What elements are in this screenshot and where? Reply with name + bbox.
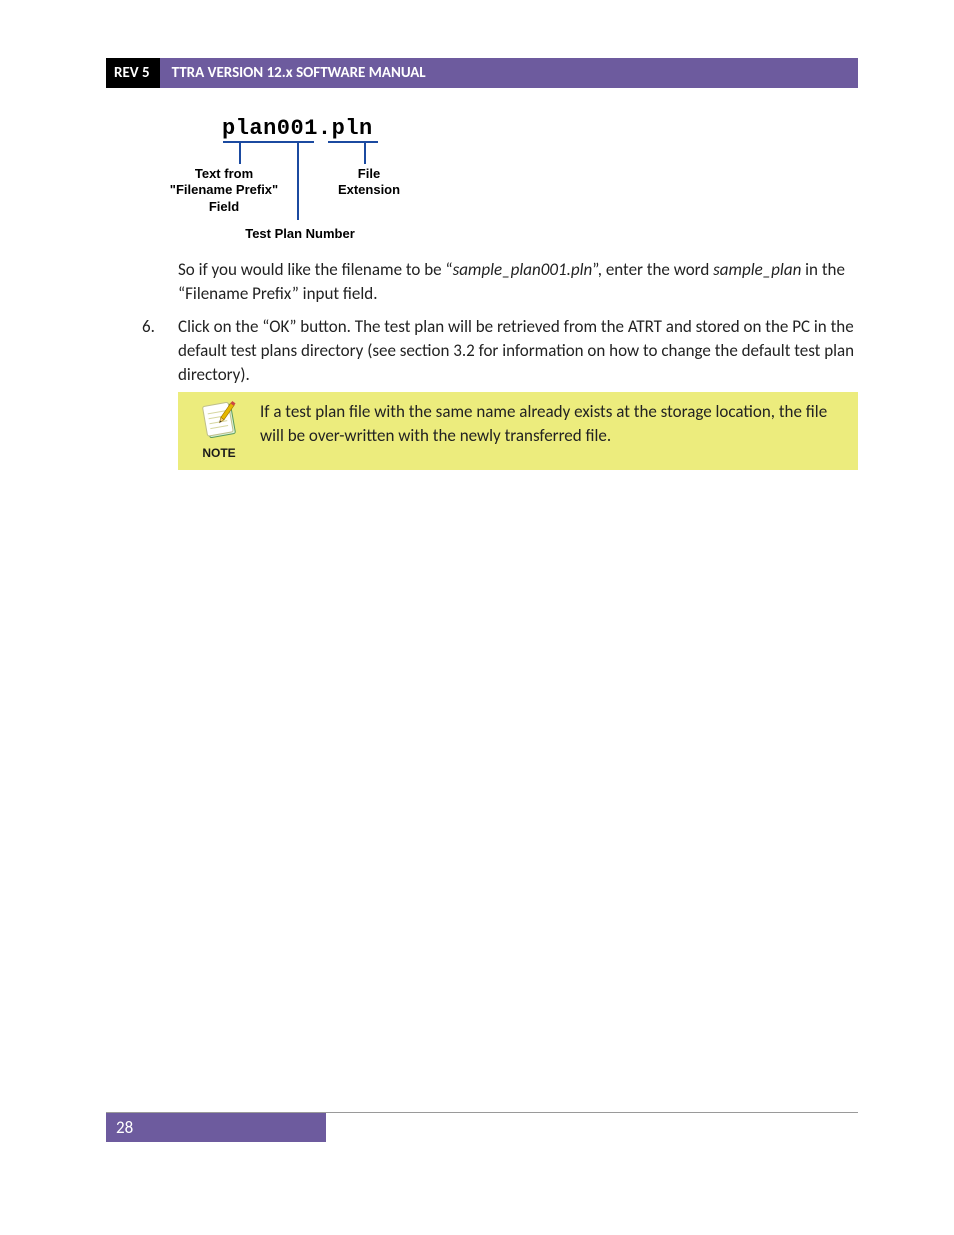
paragraph-example: So if you would like the filename to be … (178, 258, 858, 306)
note-text: If a test plan file with the same name a… (254, 398, 848, 450)
document-header-bar: REV 5 TTRA VERSION 12.x SOFTWARE MANUAL (106, 58, 858, 88)
para-italic-filename: sample_plan001.pln (453, 259, 593, 280)
note-icon (197, 400, 241, 440)
page-number: 28 (106, 1113, 326, 1142)
para-text: So if you would like the filename to be … (178, 259, 453, 280)
note-label: NOTE (202, 446, 235, 460)
diagram-label-extension: FileExtension (324, 166, 414, 199)
para-italic-prefix: sample_plan (713, 259, 801, 280)
revision-badge: REV 5 (106, 58, 160, 88)
diagram-label-prefix: Text from"Filename Prefix"Field (160, 166, 288, 215)
list-body-text: Click on the “OK” button. The test plan … (178, 315, 858, 386)
document-footer-bar: 28 (106, 1112, 858, 1142)
filename-breakdown-diagram: plan001.pln Text from"Filename Prefix"Fi… (160, 108, 420, 248)
document-title: TTRA VERSION 12.x SOFTWARE MANUAL (160, 58, 858, 88)
note-icon-column: NOTE (184, 398, 254, 460)
list-item-6: 6.Click on the “OK” button. The test pla… (142, 315, 858, 386)
list-marker: 6. (142, 315, 178, 339)
diagram-label-number: Test Plan Number (220, 226, 380, 242)
note-callout: NOTE If a test plan file with the same n… (178, 392, 858, 470)
para-text: ”, enter the word (592, 259, 713, 280)
